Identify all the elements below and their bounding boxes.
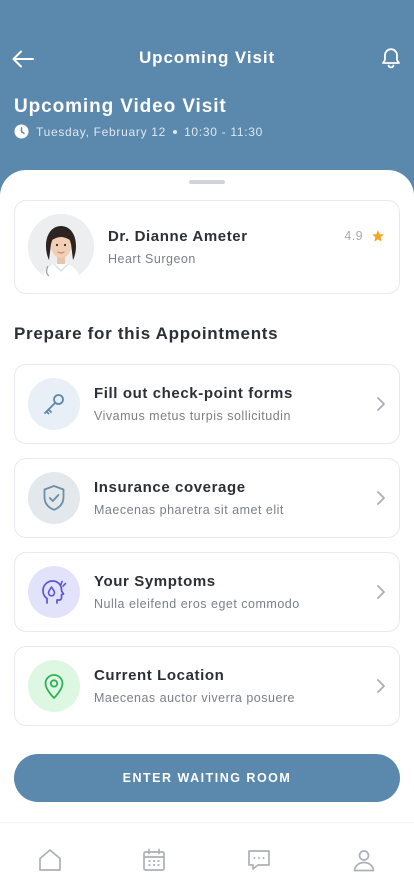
doctor-specialty: Heart Surgeon (108, 252, 196, 266)
chat-icon (248, 850, 270, 870)
task-title: Fill out check-point forms (94, 385, 293, 402)
location-pin-icon (44, 674, 64, 699)
nav-bar: Upcoming Visit (0, 44, 414, 72)
task-subtitle: Nulla eleifend eros eget commodo (94, 597, 300, 611)
visit-datetime: Tuesday, February 12 10:30 - 11:30 (14, 124, 263, 139)
tab-messages[interactable] (244, 845, 274, 875)
doctor-avatar (28, 214, 94, 280)
tab-home[interactable] (35, 845, 65, 875)
clock-icon (14, 124, 29, 139)
chevron-right-icon (377, 585, 385, 599)
task-icon-bg (28, 660, 80, 712)
enter-waiting-room-button[interactable]: ENTER WAITING ROOM (14, 754, 400, 802)
doctor-rating: 4.9 (344, 229, 385, 243)
task-title: Insurance coverage (94, 479, 246, 496)
task-symptoms[interactable]: Your Symptoms Nulla eleifend eros eget c… (14, 552, 400, 632)
task-icon-bg (28, 566, 80, 618)
task-insurance-coverage[interactable]: Insurance coverage Maecenas pharetra sit… (14, 458, 400, 538)
task-subtitle: Maecenas pharetra sit amet elit (94, 503, 284, 517)
bottom-tab-bar (0, 822, 414, 896)
head-symptom-icon (42, 580, 67, 604)
task-icon-bg (28, 378, 80, 430)
profile-icon (353, 850, 375, 872)
task-title: Your Symptoms (94, 573, 216, 590)
doctor-name: Dr. Dianne Ameter (108, 228, 248, 245)
separator-dot (173, 129, 178, 134)
home-icon (39, 849, 61, 871)
shield-check-icon (43, 485, 65, 511)
task-checkpoint-forms[interactable]: Fill out check-point forms Vivamus metus… (14, 364, 400, 444)
task-subtitle: Vivamus metus turpis sollicitudin (94, 409, 291, 423)
task-icon-bg (28, 472, 80, 524)
star-icon (372, 230, 384, 242)
tab-calendar[interactable] (139, 845, 169, 875)
chevron-right-icon (377, 679, 385, 693)
visit-title: Upcoming Video Visit (14, 96, 227, 117)
task-current-location[interactable]: Current Location Maecenas auctor viverra… (14, 646, 400, 726)
notifications-button[interactable] (378, 45, 404, 71)
task-title: Current Location (94, 667, 225, 684)
tab-profile[interactable] (349, 845, 379, 875)
sheet-handle[interactable] (189, 180, 225, 184)
key-icon (44, 394, 64, 415)
calendar-icon (143, 848, 165, 871)
doctor-card[interactable]: Dr. Dianne Ameter Heart Surgeon 4.9 (14, 200, 400, 294)
chevron-right-icon (377, 397, 385, 411)
chevron-right-icon (377, 491, 385, 505)
content-sheet: Dr. Dianne Ameter Heart Surgeon 4.9 Prep… (0, 170, 414, 822)
page-title: Upcoming Visit (138, 48, 276, 67)
rating-value: 4.9 (344, 229, 363, 243)
task-subtitle: Maecenas auctor viverra posuere (94, 691, 296, 705)
visit-date: Tuesday, February 12 (36, 124, 167, 139)
section-title: Prepare for this Appointments (14, 324, 279, 343)
visit-time-range: 10:30 - 11:30 (184, 124, 263, 139)
bell-icon (382, 48, 400, 69)
